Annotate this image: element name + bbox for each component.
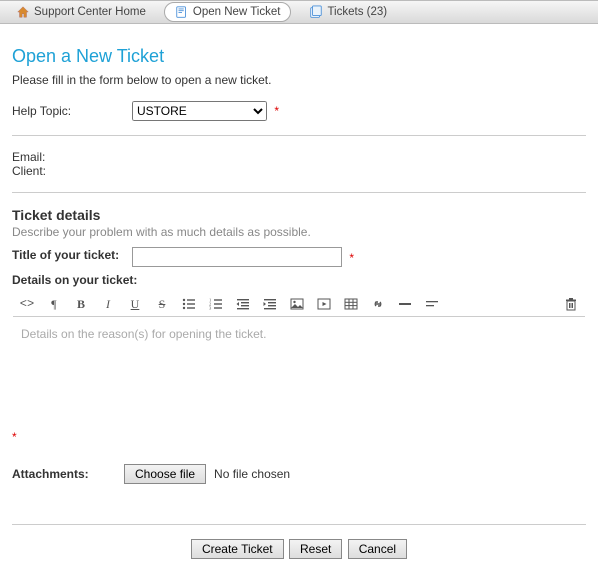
italic-icon[interactable]: I — [100, 296, 116, 312]
help-topic-select[interactable]: USTORE — [132, 101, 267, 121]
image-icon[interactable] — [289, 296, 305, 312]
ordered-list-icon[interactable]: 123 — [208, 296, 224, 312]
email-label: Email: — [12, 150, 586, 164]
underline-icon[interactable]: U — [127, 296, 143, 312]
outdent-icon[interactable] — [235, 296, 251, 312]
file-status: No file chosen — [214, 467, 290, 481]
more-icon[interactable] — [424, 296, 440, 312]
unordered-list-icon[interactable] — [181, 296, 197, 312]
help-topic-label: Help Topic: — [12, 104, 132, 118]
nav-tickets-label: Tickets (23) — [327, 6, 387, 18]
ticket-details-subheading: Describe your problem with as much detai… — [12, 225, 586, 239]
ticket-title-label: Title of your ticket: — [12, 248, 132, 262]
attachments-label: Attachments: — [12, 467, 112, 481]
ticket-title-input[interactable] — [132, 247, 342, 267]
nav-tickets[interactable]: Tickets (23) — [299, 3, 397, 21]
trash-icon[interactable] — [563, 296, 579, 312]
nav-open-new-ticket[interactable]: Open New Ticket — [164, 2, 292, 22]
divider — [12, 524, 586, 525]
code-view-icon[interactable]: <> — [19, 296, 35, 312]
form-actions: Create Ticket Reset Cancel — [12, 539, 586, 559]
rich-text-editor: <> ¶ B I U S 123 — [12, 291, 586, 428]
client-label: Client: — [12, 164, 586, 178]
required-marker: * — [12, 430, 586, 444]
nav-open-new-label: Open New Ticket — [193, 6, 281, 18]
details-textarea[interactable]: Details on the reason(s) for opening the… — [13, 317, 585, 427]
ticket-details-label: Details on your ticket: — [12, 273, 586, 287]
top-nav: Support Center Home Open New Ticket Tick… — [0, 0, 598, 24]
divider — [12, 192, 586, 193]
tickets-icon — [309, 5, 323, 19]
link-icon[interactable] — [370, 296, 386, 312]
table-icon[interactable] — [343, 296, 359, 312]
create-ticket-button[interactable]: Create Ticket — [191, 539, 284, 559]
nav-home[interactable]: Support Center Home — [6, 3, 156, 21]
indent-icon[interactable] — [262, 296, 278, 312]
strike-icon[interactable]: S — [154, 296, 170, 312]
ticket-details-heading: Ticket details — [12, 207, 586, 223]
home-icon — [16, 5, 30, 19]
divider — [12, 135, 586, 136]
cancel-button[interactable]: Cancel — [348, 539, 407, 559]
horizontal-rule-icon[interactable] — [397, 296, 413, 312]
paragraph-icon[interactable]: ¶ — [46, 296, 62, 312]
choose-file-button[interactable]: Choose file — [124, 464, 206, 484]
page-title: Open a New Ticket — [12, 46, 586, 67]
bold-icon[interactable]: B — [73, 296, 89, 312]
required-marker: * — [274, 104, 279, 118]
nav-home-label: Support Center Home — [34, 6, 146, 18]
svg-text:3: 3 — [209, 306, 212, 311]
reset-button[interactable]: Reset — [289, 539, 342, 559]
page-intro: Please fill in the form below to open a … — [12, 73, 586, 87]
editor-toolbar: <> ¶ B I U S 123 — [13, 292, 585, 317]
new-ticket-icon — [175, 5, 189, 19]
video-icon[interactable] — [316, 296, 332, 312]
required-marker: * — [349, 251, 354, 265]
